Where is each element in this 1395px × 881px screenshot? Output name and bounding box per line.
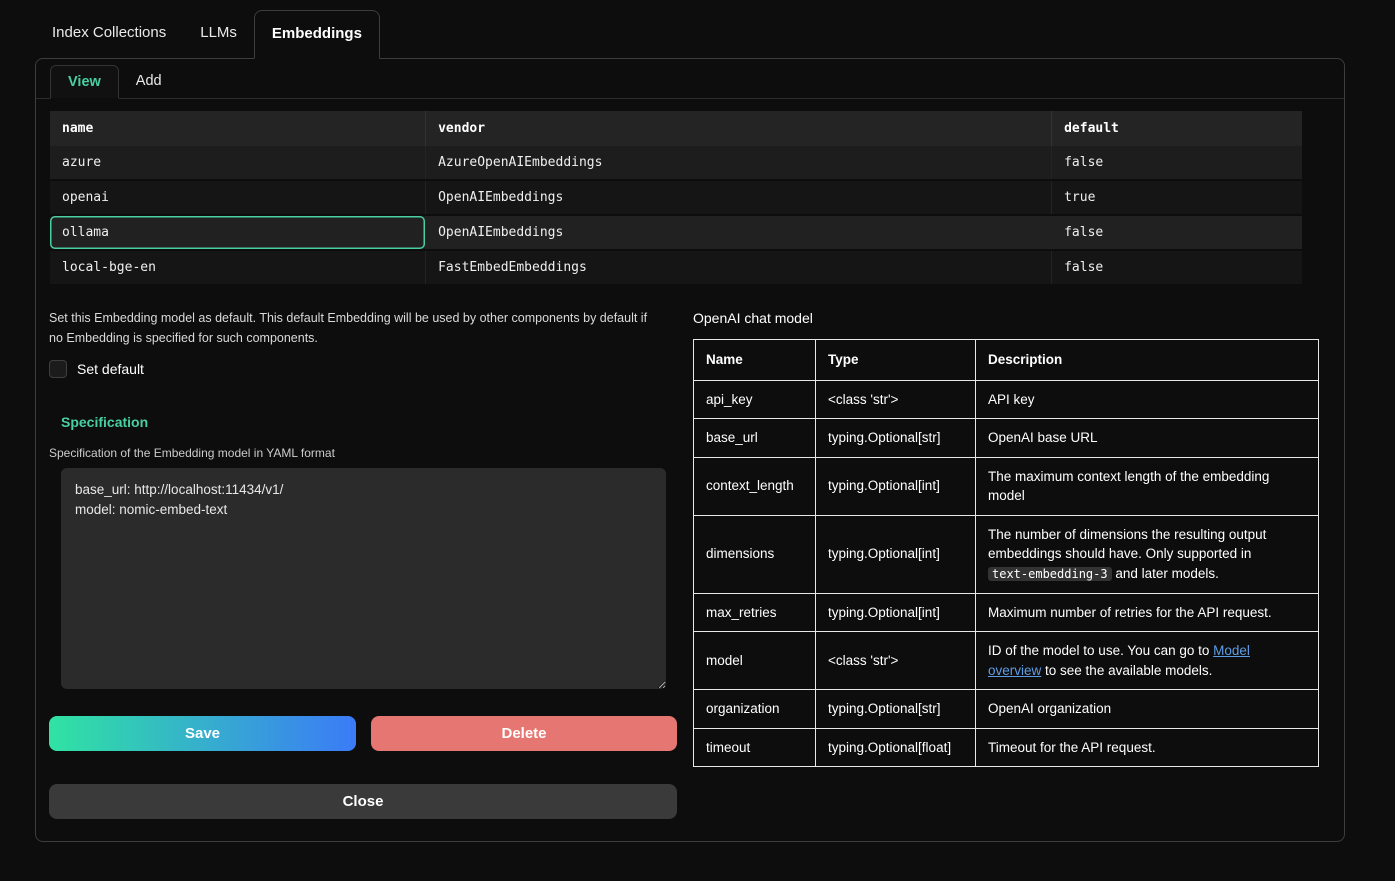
doc-cell-name: organization (694, 690, 816, 729)
doc-row-context_length: context_lengthtyping.Optional[int]The ma… (694, 457, 1319, 515)
doc-panel-title: OpenAI chat model (693, 310, 1319, 326)
embedding-row-openai[interactable]: openaiOpenAIEmbeddingstrue (50, 180, 1302, 215)
doc-cell-type: <class 'str'> (816, 632, 976, 690)
close-button[interactable]: Close (49, 784, 677, 819)
column-header-default: default (1052, 111, 1302, 146)
cell-name[interactable]: openai (50, 180, 426, 215)
embedding-row-azure[interactable]: azureAzureOpenAIEmbeddingsfalse (50, 146, 1302, 180)
embeddings-table-wrap: name vendor default azureAzureOpenAIEmbe… (50, 111, 1302, 286)
doc-table: Name Type Description api_key<class 'str… (693, 339, 1319, 767)
action-button-row: Save Delete (49, 716, 677, 751)
doc-row-base_url: base_urltyping.Optional[str]OpenAI base … (694, 419, 1319, 458)
inner-tab-bar: View Add (36, 59, 1344, 99)
top-tab-bar: Index Collections LLMs Embeddings (0, 0, 1395, 58)
doc-row-max_retries: max_retriestyping.Optional[int]Maximum n… (694, 593, 1319, 632)
doc-cell-name: timeout (694, 728, 816, 767)
doc-column-header-description: Description (976, 340, 1319, 381)
cell-vendor[interactable]: FastEmbedEmbeddings (426, 250, 1052, 285)
doc-column-header-name: Name (694, 340, 816, 381)
yaml-spec-input[interactable]: base_url: http://localhost:11434/v1/ mod… (61, 468, 666, 689)
doc-cell-description: OpenAI base URL (976, 419, 1319, 458)
doc-cell-name: context_length (694, 457, 816, 515)
embedding-row-local-bge-en[interactable]: local-bge-enFastEmbedEmbeddingsfalse (50, 250, 1302, 285)
doc-cell-type: typing.Optional[str] (816, 690, 976, 729)
doc-cell-name: api_key (694, 380, 816, 419)
doc-cell-type: typing.Optional[str] (816, 419, 976, 458)
doc-row-api_key: api_key<class 'str'>API key (694, 380, 1319, 419)
inline-code: text-embedding-3 (988, 567, 1112, 581)
detail-area: Set this Embedding model as default. Thi… (49, 308, 1319, 819)
doc-cell-description: API key (976, 380, 1319, 419)
doc-cell-description: OpenAI organization (976, 690, 1319, 729)
doc-cell-type: typing.Optional[float] (816, 728, 976, 767)
doc-panel: OpenAI chat model Name Type Description … (693, 308, 1319, 819)
doc-row-dimensions: dimensionstyping.Optional[int]The number… (694, 515, 1319, 593)
checkbox-box-icon[interactable] (49, 360, 67, 378)
doc-cell-name: max_retries (694, 593, 816, 632)
embedding-row-ollama[interactable]: ollamaOpenAIEmbeddingsfalse (50, 215, 1302, 250)
cell-vendor[interactable]: OpenAIEmbeddings (426, 215, 1052, 250)
set-default-description: Set this Embedding model as default. Thi… (49, 308, 661, 348)
model-overview-link[interactable]: Model overview (988, 643, 1250, 678)
embeddings-table-header-row: name vendor default (50, 111, 1302, 146)
doc-cell-description: ID of the model to use. You can go to Mo… (976, 632, 1319, 690)
cell-vendor[interactable]: OpenAIEmbeddings (426, 180, 1052, 215)
doc-cell-type: <class 'str'> (816, 380, 976, 419)
doc-cell-type: typing.Optional[int] (816, 593, 976, 632)
doc-cell-name: dimensions (694, 515, 816, 593)
doc-cell-type: typing.Optional[int] (816, 457, 976, 515)
specification-caption: Specification of the Embedding model in … (49, 446, 677, 460)
set-default-checkbox[interactable]: Set default (49, 360, 144, 378)
doc-cell-description: The number of dimensions the resulting o… (976, 515, 1319, 593)
doc-row-organization: organizationtyping.Optional[str]OpenAI o… (694, 690, 1319, 729)
edit-panel: Set this Embedding model as default. Thi… (49, 308, 677, 819)
cell-default[interactable]: false (1052, 146, 1302, 180)
doc-column-header-type: Type (816, 340, 976, 381)
doc-table-header-row: Name Type Description (694, 340, 1319, 381)
tab-view[interactable]: View (50, 65, 119, 99)
tab-add[interactable]: Add (119, 65, 179, 98)
embeddings-table: name vendor default azureAzureOpenAIEmbe… (50, 111, 1302, 286)
tab-index-collections[interactable]: Index Collections (35, 10, 183, 58)
cell-name[interactable]: ollama (50, 215, 426, 250)
embeddings-panel: View Add name vendor default azureAzureO… (35, 58, 1345, 842)
cell-name[interactable]: local-bge-en (50, 250, 426, 285)
specification-heading: Specification (61, 414, 677, 430)
column-header-vendor: vendor (426, 111, 1052, 146)
tab-embeddings[interactable]: Embeddings (254, 10, 380, 59)
cell-default[interactable]: false (1052, 215, 1302, 250)
column-header-name: name (50, 111, 426, 146)
cell-default[interactable]: true (1052, 180, 1302, 215)
doc-cell-description: The maximum context length of the embedd… (976, 457, 1319, 515)
doc-cell-name: base_url (694, 419, 816, 458)
cell-name[interactable]: azure (50, 146, 426, 180)
set-default-label: Set default (77, 361, 144, 377)
save-button[interactable]: Save (49, 716, 356, 751)
doc-cell-description: Timeout for the API request. (976, 728, 1319, 767)
delete-button[interactable]: Delete (371, 716, 677, 751)
doc-row-model: model<class 'str'>ID of the model to use… (694, 632, 1319, 690)
doc-cell-type: typing.Optional[int] (816, 515, 976, 593)
doc-row-timeout: timeouttyping.Optional[float]Timeout for… (694, 728, 1319, 767)
cell-vendor[interactable]: AzureOpenAIEmbeddings (426, 146, 1052, 180)
doc-cell-description: Maximum number of retries for the API re… (976, 593, 1319, 632)
cell-default[interactable]: false (1052, 250, 1302, 285)
doc-cell-name: model (694, 632, 816, 690)
tab-llms[interactable]: LLMs (183, 10, 254, 58)
